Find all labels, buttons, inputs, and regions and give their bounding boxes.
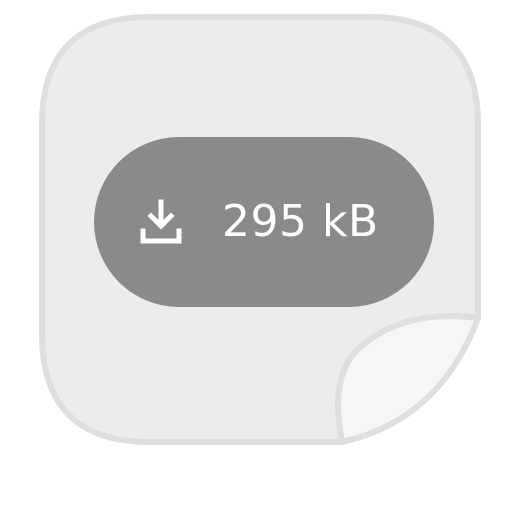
file-size-label: 295 kB bbox=[222, 196, 379, 247]
download-button[interactable]: 295 kB bbox=[94, 137, 434, 307]
download-icon bbox=[140, 199, 182, 244]
file-attachment: 295 kB bbox=[0, 0, 512, 512]
